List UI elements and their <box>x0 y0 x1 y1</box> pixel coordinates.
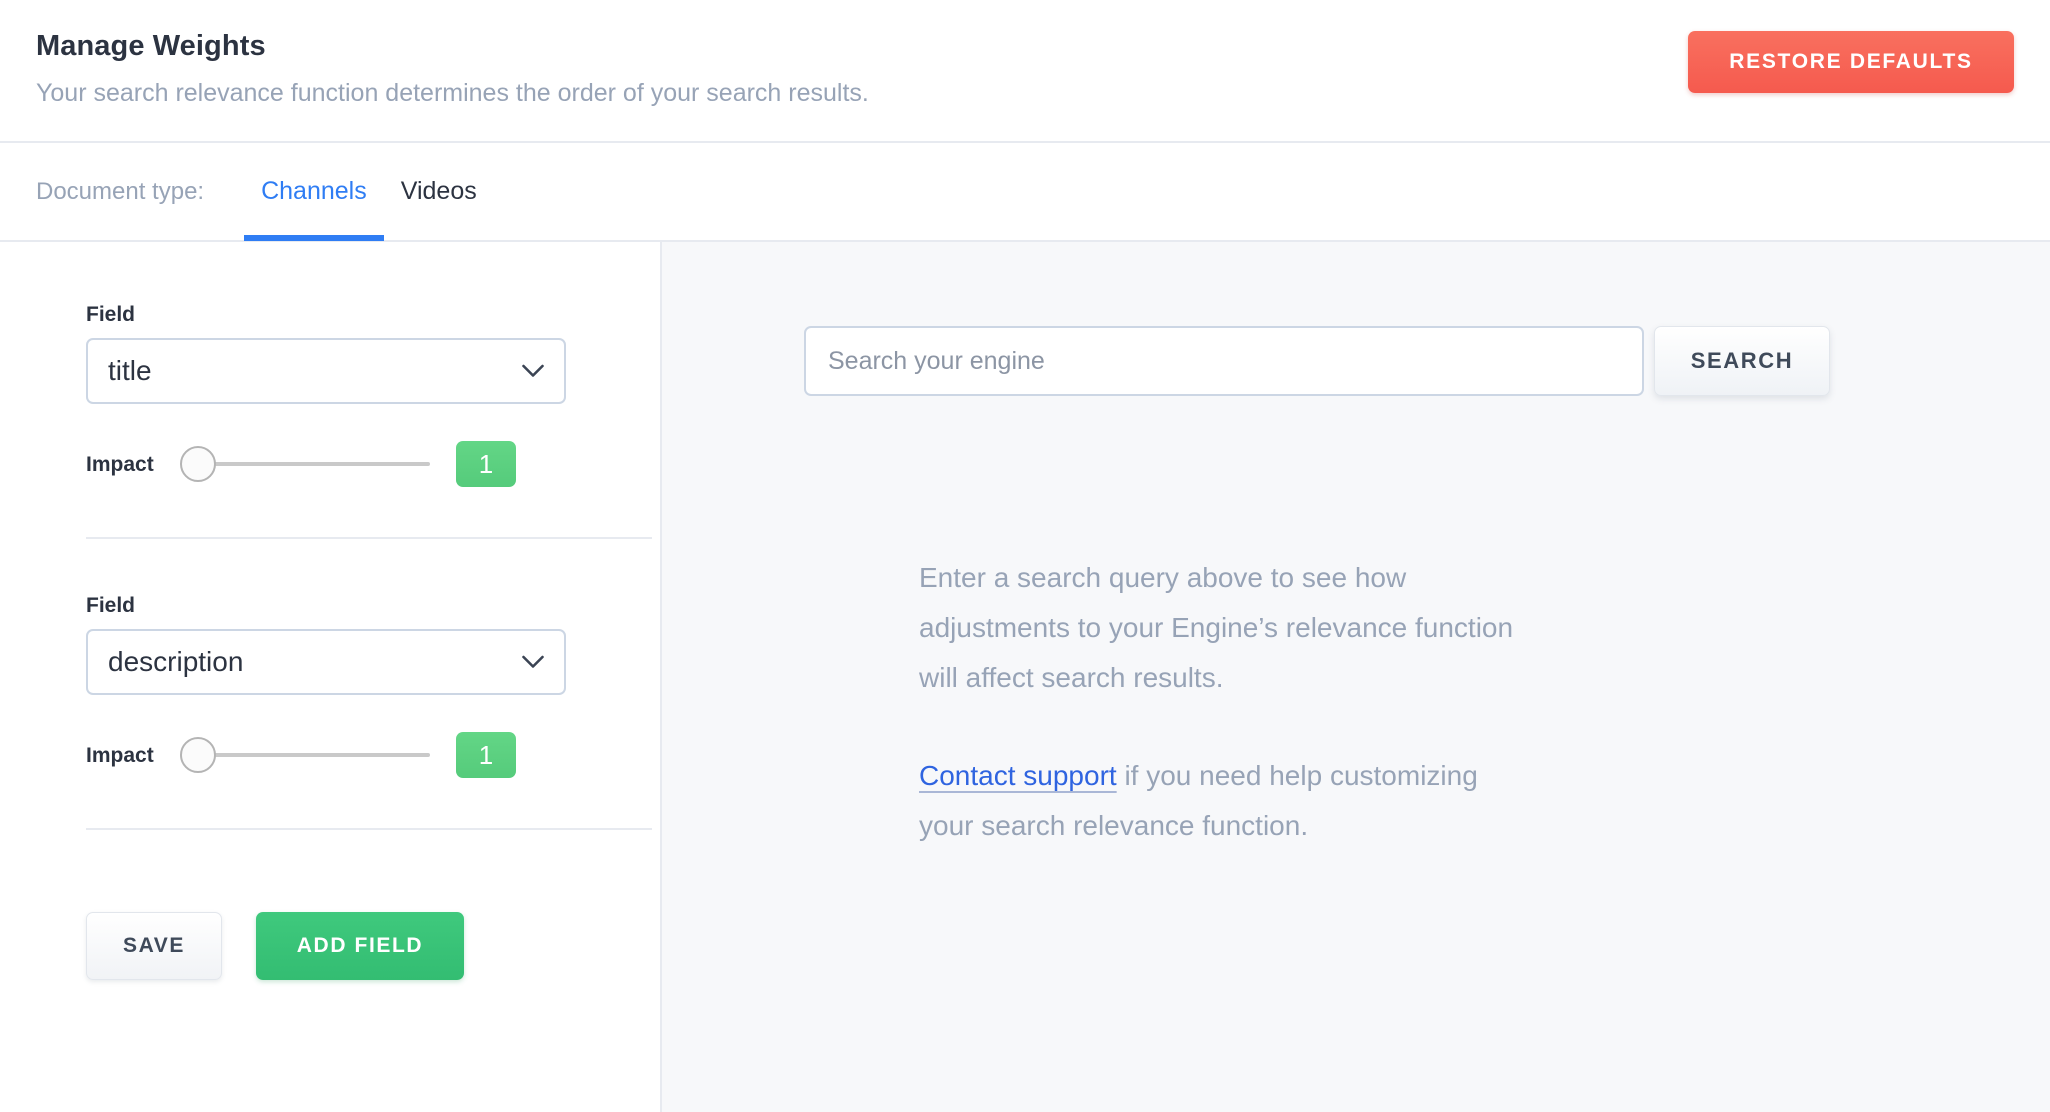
impact-row: Impact 1 <box>86 441 660 487</box>
weights-actions: SAVE ADD FIELD <box>0 912 660 980</box>
slider-thumb[interactable] <box>180 446 216 482</box>
field-label: Field <box>86 303 136 326</box>
search-empty-state: Enter a search query above to see how ad… <box>662 396 1712 851</box>
impact-value-badge: 1 <box>456 441 516 487</box>
add-field-button[interactable]: ADD FIELD <box>256 912 464 980</box>
impact-slider-description[interactable] <box>180 736 430 774</box>
restore-defaults-button[interactable]: RESTORE DEFAULTS <box>1688 31 2014 93</box>
field-select-title[interactable]: title <box>86 338 566 404</box>
search-button[interactable]: SEARCH <box>1654 326 1830 396</box>
search-row: SEARCH <box>662 326 2050 396</box>
page-subtitle: Your search relevance function determine… <box>36 78 869 107</box>
weights-editor-pane: Field title Impact 1 Field description I… <box>0 242 662 1112</box>
field-block-description: Field description Impact 1 <box>0 539 660 830</box>
document-type-label: Document type: <box>36 177 205 205</box>
slider-track <box>193 462 430 466</box>
page-header: Manage Weights Your search relevance fun… <box>0 0 2050 143</box>
tab-channels[interactable]: Channels <box>244 142 384 241</box>
empty-state-message: Enter a search query above to see how ad… <box>919 562 1514 693</box>
search-preview-pane: SEARCH Enter a search query above to see… <box>662 242 2050 1112</box>
field-select-wrapper: description <box>86 629 566 695</box>
empty-state-support-message: Contact support if you need help customi… <box>919 751 1519 851</box>
impact-value-badge: 1 <box>456 732 516 778</box>
field-select-description[interactable]: description <box>86 629 566 695</box>
field-select-wrapper: title <box>86 338 566 404</box>
page-title: Manage Weights <box>36 30 266 62</box>
field-block-title: Field title Impact 1 <box>0 304 660 539</box>
slider-thumb[interactable] <box>180 737 216 773</box>
manage-weights-page: Manage Weights Your search relevance fun… <box>0 0 2050 1112</box>
field-block-divider <box>86 828 652 830</box>
slider-track <box>193 753 430 757</box>
impact-slider-title[interactable] <box>180 445 430 483</box>
document-type-tabbar: Document type: Channels Videos <box>0 143 2050 242</box>
tab-videos[interactable]: Videos <box>384 142 494 241</box>
body-split: Field title Impact 1 Field description I… <box>0 242 2050 1112</box>
contact-support-link[interactable]: Contact support <box>919 760 1117 791</box>
search-input[interactable] <box>804 326 1644 396</box>
save-button[interactable]: SAVE <box>86 912 222 980</box>
impact-row: Impact 1 <box>86 732 660 778</box>
header-text-group: Manage Weights Your search relevance fun… <box>36 26 869 108</box>
impact-label: Impact <box>86 743 154 767</box>
impact-label: Impact <box>86 452 154 476</box>
field-label: Field <box>86 594 136 617</box>
